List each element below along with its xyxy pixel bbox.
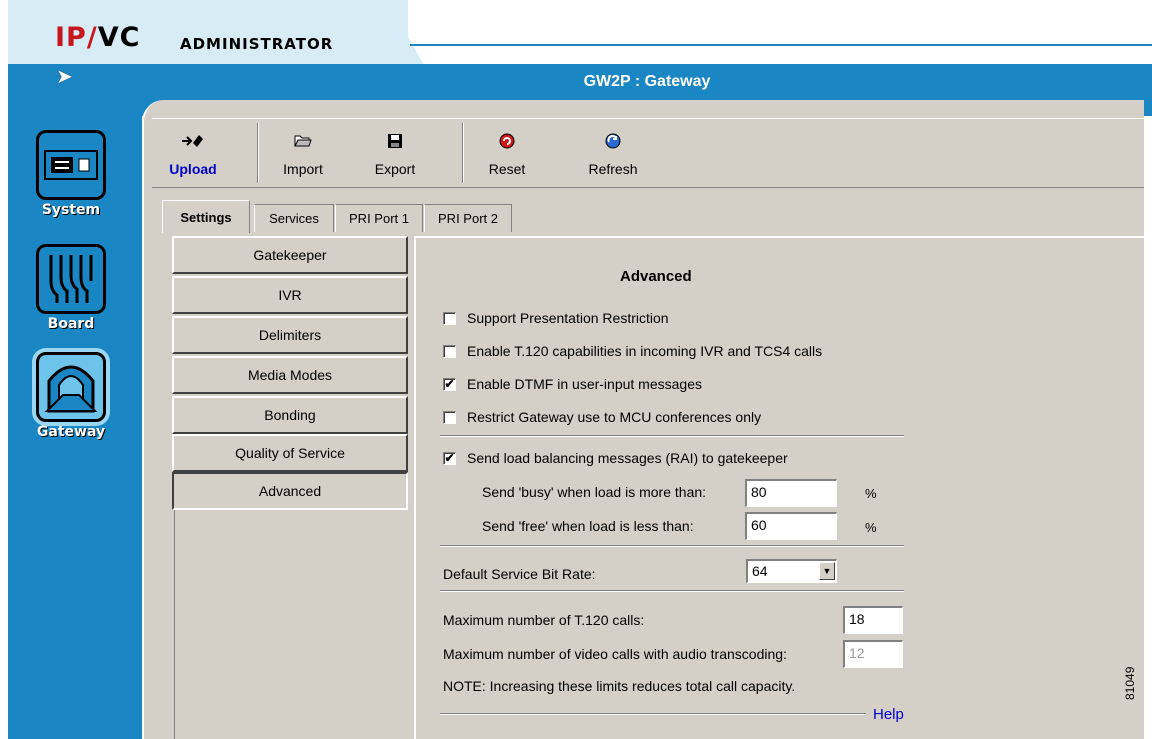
export-button[interactable]: Export [362, 119, 428, 187]
gateway-icon [36, 352, 106, 422]
toolbar-separator [462, 123, 464, 183]
brand-divider [410, 44, 1152, 46]
limits-note: NOTE: Increasing these limits reduces to… [443, 678, 796, 694]
bit-rate-value: 64 [752, 563, 768, 579]
option-t120-capabilities[interactable]: Enable T.120 capabilities in incoming IV… [443, 343, 822, 359]
side-item-bonding[interactable]: Bonding [172, 396, 408, 434]
chevron-down-icon[interactable]: ▼ [819, 562, 835, 580]
mouse-pointer-icon: ➤ [56, 66, 73, 88]
side-item-delimiters[interactable]: Delimiters [172, 316, 408, 354]
t120-limit-label: Maximum number of T.120 calls: [443, 612, 645, 628]
export-label: Export [374, 161, 416, 177]
free-threshold-label: Send 'free' when load is less than: [482, 518, 694, 534]
checkbox[interactable] [443, 311, 456, 325]
option-label: Support Presentation Restriction [467, 310, 669, 326]
toolbar: Upload Import Export Reset Refresh [152, 118, 1144, 188]
nav-gateway-button[interactable]: Gateway [15, 352, 127, 440]
checkbox[interactable] [443, 410, 456, 424]
free-unit: % [865, 520, 877, 535]
divider [440, 590, 904, 592]
t120-limit-input[interactable]: 18 [843, 606, 903, 634]
option-load-balancing[interactable]: ✔ Send load balancing messages (RAI) to … [443, 450, 788, 466]
nav-system-label: System [41, 202, 101, 218]
toolbar-separator [257, 123, 259, 183]
side-item-media-modes[interactable]: Media Modes [172, 356, 408, 394]
import-button[interactable]: Import [270, 119, 336, 187]
option-label: Restrict Gateway use to MCU conferences … [467, 409, 762, 425]
upload-button[interactable]: Upload [162, 119, 224, 187]
nav-gateway-label: Gateway [36, 424, 106, 440]
divider [440, 713, 866, 715]
free-threshold-input[interactable]: 60 [745, 512, 837, 540]
checkbox[interactable]: ✔ [443, 451, 456, 465]
tab-pri-port-1[interactable]: PRI Port 1 [335, 204, 423, 232]
upload-label: Upload [169, 161, 217, 177]
refresh-label: Refresh [588, 161, 638, 177]
option-dtmf[interactable]: ✔ Enable DTMF in user-input messages [443, 376, 702, 392]
divider [440, 545, 904, 547]
panel-title: Advanced [620, 268, 692, 285]
transcoding-limit-label: Maximum number of video calls with audio… [443, 646, 787, 662]
side-item-ivr[interactable]: IVR [172, 276, 408, 314]
nav-board-label: Board [47, 316, 95, 332]
option-label: Send load balancing messages (RAI) to ga… [467, 450, 788, 466]
nav-board-button[interactable]: Board [15, 244, 127, 332]
busy-threshold-label: Send 'busy' when load is more than: [482, 484, 707, 500]
tab-settings[interactable]: Settings [162, 200, 250, 233]
tab-pri-port-2[interactable]: PRI Port 2 [424, 204, 512, 232]
folder-open-icon [270, 119, 336, 153]
option-presentation-restriction[interactable]: Support Presentation Restriction [443, 310, 669, 326]
window-title-bar: GW2P : Gateway [142, 64, 1152, 100]
window-title: GW2P : Gateway [583, 73, 711, 90]
brand-header-corner [380, 0, 430, 64]
checkbox[interactable]: ✔ [443, 377, 456, 391]
product-subtitle: ADMINISTRATOR [180, 35, 334, 53]
option-label: Enable DTMF in user-input messages [467, 376, 702, 392]
reset-label: Reset [488, 161, 526, 177]
transcoding-limit-input: 12 [843, 640, 903, 668]
checkbox[interactable] [443, 344, 456, 358]
side-menu: Gatekeeper IVR Delimiters Media Modes Bo… [172, 232, 412, 739]
busy-threshold-input[interactable]: 80 [745, 479, 837, 507]
busy-unit: % [865, 486, 877, 501]
import-label: Import [283, 161, 323, 177]
side-item-quality-of-service[interactable]: Quality of Service [172, 434, 408, 472]
figure-number: 81049 [1123, 666, 1137, 700]
divider [440, 435, 904, 437]
bit-rate-select[interactable]: 64 ▼ [746, 559, 837, 583]
refresh-icon [578, 119, 648, 153]
product-logo: IP/VC [55, 22, 141, 53]
system-icon [36, 130, 106, 200]
board-icon [36, 244, 106, 314]
option-label: Enable T.120 capabilities in incoming IV… [467, 343, 823, 359]
side-menu-border [174, 510, 175, 739]
bit-rate-label: Default Service Bit Rate: [443, 566, 596, 582]
reset-icon [478, 119, 536, 153]
nav-system-button[interactable]: System [15, 130, 127, 218]
refresh-button[interactable]: Refresh [578, 119, 648, 187]
floppy-disk-icon [362, 119, 428, 153]
upload-icon [162, 119, 224, 153]
reset-button[interactable]: Reset [478, 119, 536, 187]
side-item-advanced[interactable]: Advanced [172, 472, 408, 510]
option-restrict-mcu[interactable]: Restrict Gateway use to MCU conferences … [443, 409, 761, 425]
side-item-gatekeeper[interactable]: Gatekeeper [172, 236, 408, 274]
tab-services[interactable]: Services [254, 204, 334, 232]
help-link[interactable]: Help [873, 706, 904, 723]
